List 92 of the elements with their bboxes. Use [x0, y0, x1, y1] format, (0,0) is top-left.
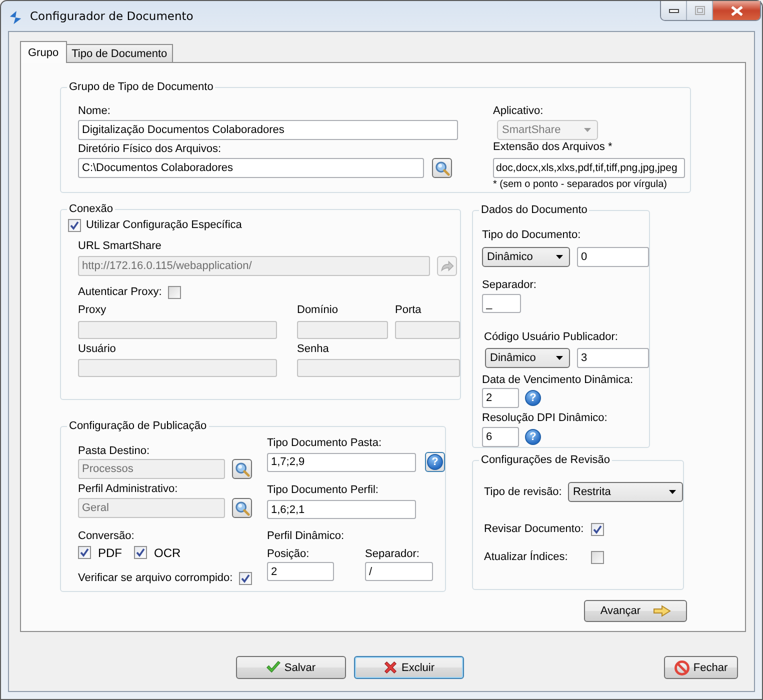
checkmark-icon: [266, 660, 282, 675]
field-label: Resolução DPI Dinâmico:: [482, 412, 608, 425]
field-label: Tipo Documento Perfil:: [267, 484, 378, 497]
search-icon: [234, 500, 250, 516]
field-label: Tipo Documento Pasta:: [267, 437, 382, 450]
next-button[interactable]: Avançar: [584, 600, 687, 622]
group-title: Dados do Documento: [480, 204, 588, 217]
checkbox[interactable]: [591, 551, 604, 564]
checkbox[interactable]: [591, 523, 604, 536]
field-label: Porta: [395, 304, 422, 316]
text-field[interactable]: 0: [577, 247, 649, 267]
save-button[interactable]: Salvar: [236, 656, 346, 679]
field-label: Atualizar Índices:: [484, 551, 568, 563]
group-title: Conexão: [68, 203, 114, 216]
checkmark-icon: [136, 548, 145, 557]
tab[interactable]: Tipo de Documento: [66, 44, 174, 62]
checkbox[interactable]: [134, 546, 147, 559]
text-field[interactable]: Digitalização Documentos Colaboradores: [78, 120, 458, 140]
caret-icon: [556, 356, 563, 360]
search-icon: [434, 160, 450, 176]
field-label: Perfil Administrativo:: [78, 483, 178, 496]
text-field[interactable]: _: [482, 294, 521, 313]
checkbox[interactable]: [168, 286, 181, 299]
maximize-icon: [694, 6, 704, 15]
checkmark-icon: [593, 525, 602, 534]
hint-text: * (sem o ponto - separados por vírgula): [493, 179, 667, 191]
group-title: Grupo de Tipo de Documento: [68, 81, 214, 94]
minimize-icon: [668, 8, 678, 12]
dropdown[interactable]: Dinâmico: [485, 348, 570, 368]
field-label: Posição:: [267, 548, 310, 561]
field-label: Diretório Físico dos Arquivos:: [78, 143, 222, 156]
text-field[interactable]: doc,docx,xls,xlxs,pdf,tif,tiff,png,jpg,jpeg: [493, 158, 685, 178]
text-field[interactable]: 6: [482, 427, 519, 447]
dropdown[interactable]: Restrita: [568, 482, 683, 502]
field-label: Extensão dos Arquivos *: [493, 141, 612, 154]
field-label: Utilizar Configuração Específica: [86, 219, 242, 232]
checkbox-label: PDF: [98, 546, 122, 560]
caret-icon: [556, 255, 563, 259]
field-label: Autenticar Proxy:: [78, 286, 162, 299]
field-label: Revisar Documento:: [484, 523, 584, 535]
tab[interactable]: Grupo: [20, 41, 67, 63]
text-field[interactable]: 1,7;2,9: [267, 452, 416, 472]
field-label: Proxy: [78, 304, 106, 317]
field-label: Pasta Destino:: [78, 445, 150, 458]
search-icon: [234, 462, 250, 476]
field-label: Perfil Dinâmico:: [267, 530, 344, 543]
field-label: Nome:: [78, 105, 110, 118]
group-title: Configurações de Revisão: [480, 454, 612, 467]
field-label: Tipo de revisão:: [484, 486, 562, 498]
checkbox[interactable]: [238, 572, 252, 585]
close-icon: [730, 6, 742, 16]
text-field[interactable]: C:\Documentos Colaboradores: [78, 158, 424, 178]
field-label: Verificar se arquivo corrompido:: [78, 572, 233, 585]
field-label: Usuário: [78, 343, 116, 356]
minimize-button[interactable]: [661, 1, 687, 20]
caret-icon: [584, 128, 591, 132]
field-label: Senha: [297, 343, 329, 356]
text-field[interactable]: 2: [482, 388, 519, 408]
x-icon: [383, 660, 398, 675]
app-logo-icon: [8, 10, 23, 24]
checkbox[interactable]: [78, 546, 91, 559]
search-button[interactable]: [432, 158, 452, 178]
text-field[interactable]: /: [365, 562, 433, 581]
dropdown[interactable]: Dinâmico: [482, 247, 570, 267]
checkbox-label: OCR: [154, 546, 181, 560]
search-button[interactable]: [232, 459, 252, 479]
checkmark-icon: [70, 221, 79, 230]
close-button[interactable]: Fechar: [664, 656, 738, 679]
checkmark-icon: [240, 574, 250, 583]
field-label: URL SmartShare: [78, 240, 162, 253]
field-label: Data de Vencimento Dinâmica:: [482, 374, 634, 387]
checkbox[interactable]: [68, 219, 81, 232]
search-button[interactable]: [232, 498, 252, 518]
prohibited-icon: [674, 660, 690, 676]
field-label: Separador:: [365, 548, 420, 561]
checkmark-icon: [80, 548, 89, 557]
text-field[interactable]: 1,6;2,1: [267, 500, 416, 519]
field-label: Domínio: [297, 304, 338, 317]
group-title: Configuração de Publicação: [68, 420, 208, 433]
text-field[interactable]: 3: [577, 348, 649, 368]
close-button[interactable]: [713, 1, 760, 20]
caret-icon: [669, 490, 676, 494]
delete-button[interactable]: Excluir: [354, 656, 464, 679]
arrow-right-icon: [652, 605, 671, 617]
field-label: Conversão:: [78, 530, 134, 543]
arrow-icon: [440, 259, 454, 273]
field-label: Tipo do Documento:: [482, 229, 581, 242]
field-label: Separador:: [482, 279, 536, 292]
field-label: Aplicativo:: [493, 105, 544, 118]
window-title: Configurador de Documento: [30, 9, 194, 23]
text-field[interactable]: 2: [267, 562, 334, 581]
field-label: Código Usuário Publicador:: [484, 331, 618, 344]
